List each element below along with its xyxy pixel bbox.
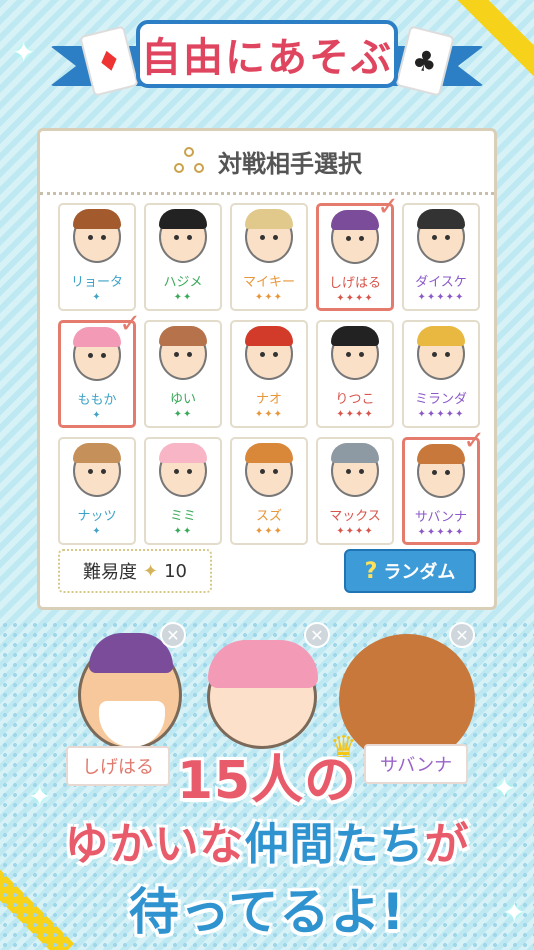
- difficulty-stars: ✦✦✦✦: [336, 409, 374, 420]
- tagline-line1: 15人の: [176, 751, 358, 811]
- difficulty-label: 難易度: [83, 562, 137, 583]
- opponent-card[interactable]: ミランダ ✦✦✦✦✦: [402, 320, 480, 428]
- opponent-name: しげはる: [328, 276, 381, 291]
- difficulty-stars: ✦✦✦✦✦: [417, 409, 465, 420]
- difficulty-stars: ✦✦✦: [254, 292, 284, 303]
- opponent-name: ハジメ: [163, 275, 203, 290]
- opponent-card[interactable]: ナッツ ✦: [58, 437, 136, 545]
- difficulty-stars: ✦✦: [173, 526, 193, 537]
- avatar: [73, 443, 121, 497]
- difficulty-stars: ✦: [92, 410, 102, 421]
- remove-opponent-button[interactable]: ✕: [160, 622, 186, 648]
- opponent-name: ダイスケ: [415, 275, 467, 290]
- difficulty-stars: ✦✦: [173, 409, 193, 420]
- opponent-name: ももか: [77, 393, 117, 408]
- check-icon: ✓: [377, 192, 399, 222]
- avatar: [245, 443, 293, 497]
- opponent-name: ナオ: [255, 392, 282, 407]
- opponent-name: スズ: [255, 509, 282, 524]
- panel-header: 対戦相手選択: [40, 131, 494, 195]
- page-title: 自由にあそぶ: [141, 35, 393, 81]
- opponent-card[interactable]: ダイスケ ✦✦✦✦✦: [402, 203, 480, 311]
- avatar: [331, 443, 379, 497]
- opponent-name: マックス: [329, 509, 381, 524]
- avatar: [159, 209, 207, 263]
- avatar: [417, 326, 465, 380]
- group-icon: [172, 146, 208, 177]
- opponent-name: りつこ: [335, 392, 375, 407]
- sparkle-icon: ✦: [12, 36, 36, 69]
- avatar: [159, 326, 207, 380]
- opponent-card[interactable]: スズ ✦✦✦: [230, 437, 308, 545]
- avatar: [245, 326, 293, 380]
- opponent-card[interactable]: ✓ サバンナ ✦✦✦✦✦: [402, 426, 485, 545]
- difficulty-stars: ✦✦✦✦✦: [417, 292, 465, 303]
- difficulty-display: 難易度 ✦ 10: [58, 549, 212, 593]
- opponent-name: リョータ: [70, 275, 123, 290]
- selected-character-savanna: [339, 634, 475, 764]
- avatar: [159, 443, 207, 497]
- opponent-card[interactable]: リョータ ✦: [58, 203, 136, 311]
- selected-character-momoka: [207, 640, 318, 749]
- difficulty-value: 10: [164, 560, 187, 582]
- question-icon: ?: [364, 558, 378, 584]
- opponent-name: ミミ: [169, 509, 196, 524]
- star-icon: ✦: [143, 560, 159, 582]
- difficulty-stars: ✦: [92, 292, 102, 303]
- opponent-card[interactable]: ナオ ✦✦✦: [230, 320, 308, 428]
- opponent-card[interactable]: マックス ✦✦✦✦: [316, 437, 394, 545]
- opponent-name: ゆい: [169, 392, 196, 407]
- difficulty-stars: ✦✦✦✦✦: [417, 527, 465, 538]
- opponent-card[interactable]: マイキー ✦✦✦: [230, 203, 308, 311]
- opponent-card[interactable]: ハジメ ✦✦: [144, 203, 222, 311]
- opponent-card[interactable]: ゆい ✦✦: [144, 320, 222, 428]
- avatar: [73, 327, 121, 381]
- tagline-line3: 待ってるよ!: [128, 883, 406, 941]
- opponent-name: マイキー: [242, 275, 295, 290]
- opponent-card[interactable]: りつこ ✦✦✦✦: [316, 320, 394, 428]
- title-box: 自由にあそぶ: [136, 20, 398, 88]
- random-button[interactable]: ? ランダム: [344, 549, 476, 593]
- check-icon: ✓: [119, 309, 141, 339]
- tagline-segment: 仲間たち: [244, 819, 425, 870]
- avatar: [417, 209, 465, 263]
- difficulty-stars: ✦✦✦: [254, 409, 284, 420]
- difficulty-stars: ✦: [92, 526, 102, 537]
- selected-character-shigeharu: [78, 633, 182, 750]
- opponent-card[interactable]: ✓ しげはる ✦✦✦✦: [316, 192, 399, 311]
- avatar: [417, 444, 465, 498]
- tagline-line2: ゆかいな仲間たちが: [0, 808, 534, 872]
- title-banner: ♦ ♣ 自由にあそぶ: [50, 12, 484, 100]
- random-label: ランダム: [383, 562, 456, 583]
- opponent-select-panel: 対戦相手選択 リョータ ✦ ハジメ ✦✦ マイキー ✦✦✦ ✓ しげはる ✦✦✦✦ ダイスケ ✦✦✦…: [37, 128, 497, 610]
- opponent-name: ナッツ: [77, 509, 117, 524]
- remove-opponent-button[interactable]: ✕: [449, 622, 475, 648]
- tagline-segment: が: [424, 819, 470, 870]
- difficulty-stars: ✦✦: [173, 292, 193, 303]
- tagline-segment: ゆかいな: [64, 819, 245, 870]
- opponent-card[interactable]: ✓ ももか ✦: [58, 309, 141, 428]
- avatar: [245, 209, 293, 263]
- avatar: [331, 326, 379, 380]
- difficulty-stars: ✦✦✦: [254, 526, 284, 537]
- remove-opponent-button[interactable]: ✕: [304, 622, 330, 648]
- check-icon: ✓: [463, 426, 485, 456]
- panel-heading: 対戦相手選択: [218, 150, 362, 178]
- opponent-name: ミランダ: [414, 392, 467, 407]
- avatar: [331, 210, 379, 264]
- avatar: [73, 209, 121, 263]
- opponent-grid: リョータ ✦ ハジメ ✦✦ マイキー ✦✦✦ ✓ しげはる ✦✦✦✦ ダイスケ ✦✦✦✦✦ ✓ ももか ✦…: [58, 192, 485, 545]
- difficulty-stars: ✦✦✦✦: [336, 526, 374, 537]
- difficulty-stars: ✦✦✦✦: [336, 293, 374, 304]
- opponent-name: サバンナ: [414, 510, 468, 525]
- opponent-card[interactable]: ミミ ✦✦: [144, 437, 222, 545]
